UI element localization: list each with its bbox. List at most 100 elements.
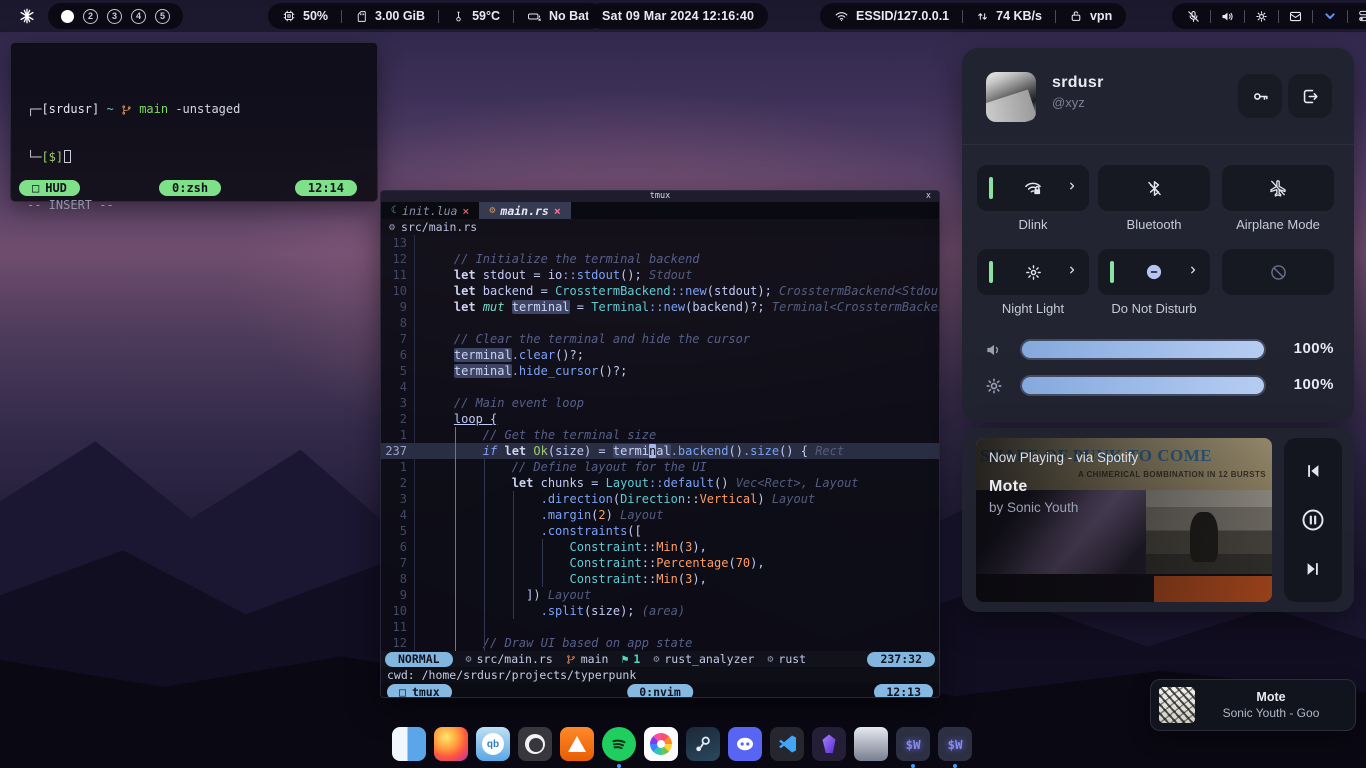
code-line: 7 Constraint::Percentage(70),: [381, 555, 939, 571]
code-line: 3 .direction(Direction::Vertical) Layout: [381, 491, 939, 507]
vpn-lock-icon: [1069, 9, 1083, 23]
lua-file-icon: ☾: [391, 205, 397, 216]
terminal-window[interactable]: ┌─[srdusr] ~ main -unstaged └─[$] -- INS…: [10, 42, 378, 202]
tmux-statusbar: □tmux 0:nvim 12:13: [381, 683, 939, 698]
divider: [438, 10, 439, 23]
divider: [1244, 10, 1245, 23]
toggle-night-light[interactable]: [977, 249, 1089, 295]
dock-trash[interactable]: [854, 727, 888, 768]
window-pill[interactable]: 0:zsh: [159, 180, 221, 196]
toggle-airplane-mode[interactable]: [1222, 165, 1334, 211]
toggle-wifi-dlink[interactable]: [977, 165, 1089, 211]
dock-sw-terminal-1[interactable]: $W: [896, 727, 930, 768]
dock-obsidian[interactable]: [812, 727, 846, 768]
tab-main-rs[interactable]: ⚙ main.rs ×: [479, 202, 570, 219]
brightness-slider[interactable]: [1020, 375, 1266, 396]
window-close-button[interactable]: x: [926, 191, 931, 202]
system-stats-widget[interactable]: 50% 3.00 GiB 59°C No Bat: [268, 3, 603, 29]
tab-init-lua[interactable]: ☾ init.lua ×: [381, 202, 479, 219]
session-pill[interactable]: □HUD: [19, 180, 80, 196]
statusline-lsp: ⚙rust_analyzer: [653, 652, 754, 666]
prompt-line-2: └─[$]: [27, 149, 361, 165]
code-line: 12 // Initialize the terminal backend: [381, 251, 939, 267]
media-controls: [1284, 438, 1342, 602]
code-line: 12 // Draw UI based on app state: [381, 635, 939, 651]
code-lines: 1312 // Initialize the terminal backend1…: [381, 235, 939, 651]
workspace-3[interactable]: 3: [107, 9, 122, 24]
dock-discord[interactable]: [728, 727, 762, 768]
workspace-2[interactable]: 2: [83, 9, 98, 24]
speaker-icon[interactable]: [1220, 9, 1235, 24]
tab-close-icon[interactable]: ×: [462, 204, 469, 218]
active-indicator: [989, 261, 993, 283]
toggle-disabled[interactable]: [1222, 249, 1334, 295]
control-center: srdusr @xyz Dlink Bluetooth Airplane Mod…: [962, 48, 1354, 422]
code-line: 237 if let Ok(size) = terminal.backend()…: [381, 443, 939, 459]
media-notification[interactable]: Mote Sonic Youth - Goo: [1150, 679, 1356, 731]
gear-icon: ⚙: [767, 654, 773, 665]
code-line: 5 terminal.hide_cursor()?;: [381, 363, 939, 379]
microphone-muted-icon[interactable]: [1186, 9, 1201, 24]
active-indicator: [1110, 261, 1114, 283]
lock-keys-button[interactable]: [1238, 74, 1282, 118]
album-art[interactable]: SHAPE OF PUNK TO COME A CHIMERICAL BOMBI…: [976, 438, 1272, 602]
code-line: 3 // Main event loop: [381, 395, 939, 411]
next-track-button[interactable]: [1296, 552, 1330, 586]
distro-logo-icon[interactable]: [18, 7, 36, 25]
breadcrumb-path: src/main.rs: [401, 220, 477, 234]
statusline: NORMAL ⚙src/main.rs main ⚑1 ⚙rust_analyz…: [381, 651, 939, 667]
code-line: 10 let backend = CrosstermBackend::new(s…: [381, 283, 939, 299]
divider: [1210, 10, 1211, 23]
chevron-right-icon[interactable]: [1066, 180, 1078, 192]
logout-button[interactable]: [1288, 74, 1332, 118]
volume-slider[interactable]: [1020, 339, 1266, 360]
previous-track-button[interactable]: [1296, 454, 1330, 488]
tab-close-icon[interactable]: ×: [554, 204, 561, 218]
workspace-5[interactable]: 5: [155, 9, 170, 24]
dock-firefox[interactable]: [434, 727, 468, 768]
active-indicator: [989, 177, 993, 199]
brightness-icon: [984, 376, 1004, 396]
dock-obs[interactable]: [518, 727, 552, 768]
mode-pill: NORMAL: [385, 652, 453, 667]
editor-window[interactable]: tmux x ☾ init.lua × ⚙ main.rs × ⚙ src/ma…: [380, 190, 940, 698]
toggles-icon[interactable]: [1357, 8, 1366, 24]
dock-file-manager[interactable]: [392, 727, 426, 768]
gear-icon[interactable]: [1254, 9, 1269, 24]
dock-spotify[interactable]: [602, 727, 636, 768]
code-line: 8 Constraint::Min(3),: [381, 571, 939, 587]
dock-photos[interactable]: [644, 727, 678, 768]
pause-button[interactable]: [1296, 503, 1330, 537]
network-widget[interactable]: ESSID/127.0.0.1 74 KB/s vpn: [820, 3, 1126, 29]
cwd-line: cwd: /home/srdusr/projects/typerpunk: [381, 667, 939, 683]
code-editor[interactable]: 1312 // Initialize the terminal backend1…: [381, 235, 939, 651]
toggle-bluetooth[interactable]: [1098, 165, 1210, 211]
chevron-down-icon[interactable]: [1322, 8, 1338, 24]
code-line: 9 let mut terminal = Terminal::new(backe…: [381, 299, 939, 315]
dock-steam[interactable]: [686, 727, 720, 768]
workspace-1[interactable]: [61, 10, 74, 23]
dock-qbittorrent[interactable]: qb: [476, 727, 510, 768]
divider: [962, 144, 1354, 145]
divider: [1312, 10, 1313, 23]
workspaces: 2345: [48, 3, 183, 29]
dock-vlc[interactable]: [560, 727, 594, 768]
toggle-do-not-disturb[interactable]: [1098, 249, 1210, 295]
vscode-icon: [770, 727, 804, 761]
workspace-4[interactable]: 4: [131, 9, 146, 24]
tmux-session-pill[interactable]: □tmux: [387, 684, 452, 698]
dock-vscode[interactable]: [770, 727, 804, 768]
rust-file-icon: ⚙: [389, 222, 395, 233]
chevron-right-icon[interactable]: [1066, 264, 1078, 276]
bluetooth-off-icon: [1145, 179, 1164, 198]
tmux-window-pill[interactable]: 0:nvim: [627, 684, 693, 698]
divider: [341, 10, 342, 23]
mail-icon[interactable]: [1288, 9, 1303, 24]
clock-widget[interactable]: Sat 09 Mar 2024 12:16:40: [588, 3, 768, 29]
chevron-right-icon[interactable]: [1187, 264, 1199, 276]
divider: [962, 10, 963, 23]
qbittorrent-icon: qb: [476, 727, 510, 761]
code-line: 10 .split(size); (area): [381, 603, 939, 619]
square-icon: □: [399, 684, 406, 698]
dock-sw-terminal-2[interactable]: $W: [938, 727, 972, 768]
